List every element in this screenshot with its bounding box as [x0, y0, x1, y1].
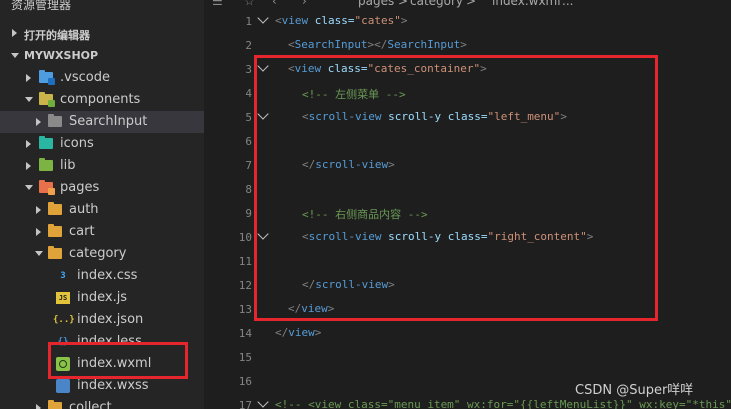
breadcrumb-separator: >: [466, 0, 477, 8]
tree-item-label: pages: [60, 180, 100, 195]
fold-chevron-icon[interactable]: [257, 12, 269, 24]
tree-item-label: index.wxss: [77, 378, 149, 393]
line-number: 10: [238, 231, 252, 244]
tree-item-label: collect: [69, 400, 112, 409]
chevron-down-icon: [35, 251, 43, 256]
line-number: 11: [238, 255, 252, 268]
code-line-2: <SearchInput></SearchInput>: [288, 38, 467, 51]
fold-chevron-icon[interactable]: [257, 396, 269, 408]
chevron-right-icon: [12, 29, 17, 37]
line-number: 13: [238, 303, 252, 316]
line-number: 17: [238, 399, 252, 409]
tree-item-label: lib: [60, 158, 76, 173]
tree-item-index-json[interactable]: {..} index.json: [0, 309, 204, 331]
tree-item-collect[interactable]: collect: [0, 397, 204, 409]
chevron-right-icon: [26, 162, 31, 170]
back-arrow-icon[interactable]: ‹: [272, 0, 277, 8]
tree-item-index-css[interactable]: 3 index.css: [0, 265, 204, 287]
breadcrumb-more[interactable]: ...: [562, 0, 573, 8]
code-line-1: <view class="cates">: [275, 14, 408, 27]
chevron-down-icon: [25, 185, 33, 190]
line-number: 1: [245, 15, 252, 28]
watermark: CSDN @Super咩咩: [575, 383, 694, 398]
tree-item-pages[interactable]: pages: [0, 177, 204, 199]
tree-item-label: auth: [69, 202, 99, 217]
forward-arrow-icon[interactable]: ›: [302, 0, 307, 8]
breadcrumb-pages[interactable]: pages: [358, 0, 394, 8]
line-number: 14: [238, 327, 252, 340]
chevron-right-icon: [26, 140, 31, 148]
explorer-title-bar: 资源管理器 ···: [0, 0, 204, 16]
tree-item-label: index.css: [77, 268, 138, 283]
tree-item-index-js[interactable]: JS index.js: [0, 287, 204, 309]
chevron-right-icon: [36, 118, 41, 126]
icons-folder-icon: [39, 136, 53, 149]
css-file-icon: 3: [60, 271, 66, 281]
chevron-right-icon: [36, 404, 41, 409]
tree-item-label: category: [69, 246, 127, 261]
breadcrumb-separator: >: [398, 0, 409, 8]
tree-item-label: index.js: [77, 290, 128, 305]
tree-item-lib[interactable]: lib: [0, 155, 204, 177]
json-file-icon: {..}: [53, 315, 75, 325]
folder-open-icon: [48, 246, 62, 259]
folder-icon: [48, 114, 62, 127]
wxss-file-icon: [56, 379, 70, 393]
tree-item-label: .vscode: [60, 70, 110, 85]
line-number: 7: [245, 159, 252, 172]
line-number: 5: [245, 111, 252, 124]
lib-folder-icon: [39, 158, 53, 171]
chevron-right-icon: [36, 228, 41, 236]
chevron-down-icon: [25, 97, 33, 102]
list-icon[interactable]: ☰: [212, 0, 223, 8]
tree-item-components[interactable]: components: [0, 89, 204, 111]
explorer-sidebar: 资源管理器 ··· 打开的编辑器 MYWXSHOP .vscode compon…: [0, 0, 204, 409]
code-line-14: </view>: [275, 326, 322, 339]
tree-item-label: icons: [60, 136, 94, 151]
project-section[interactable]: MYWXSHOP: [0, 46, 204, 66]
tree-item-icons[interactable]: icons: [0, 133, 204, 155]
line-number: 2: [245, 39, 252, 52]
line-number: 8: [245, 183, 252, 196]
line-number: 16: [238, 375, 252, 388]
line-number: 9: [245, 207, 252, 220]
open-editors-section[interactable]: 打开的编辑器: [0, 24, 204, 44]
project-label: MYWXSHOP: [24, 49, 99, 62]
more-actions-icon[interactable]: ···: [172, 0, 188, 8]
line-number: 6: [245, 135, 252, 148]
explorer-title: 资源管理器: [11, 0, 72, 12]
line-number: 15: [238, 351, 252, 364]
tree-item-category[interactable]: category: [0, 243, 204, 265]
tree-item-vscode[interactable]: .vscode: [0, 67, 204, 89]
breadcrumb-file[interactable]: index.wxml: [492, 0, 561, 8]
line-number: 4: [245, 87, 252, 100]
line-number: 3: [245, 63, 252, 76]
tree-item-searchinput[interactable]: SearchInput: [0, 111, 204, 133]
chevron-right-icon: [36, 206, 41, 214]
vscode-folder-icon: [39, 70, 55, 85]
open-editors-label: 打开的编辑器: [24, 29, 90, 42]
highlight-box-code: [254, 55, 658, 321]
tree-item-label: cart: [69, 224, 95, 239]
components-folder-icon: [39, 92, 55, 107]
bookmark-icon[interactable]: ☆: [244, 0, 255, 8]
breadcrumb-category[interactable]: category: [410, 0, 463, 8]
folder-icon: [48, 400, 62, 409]
folder-icon: [48, 224, 62, 237]
tree-item-cart[interactable]: cart: [0, 221, 204, 243]
folder-icon: [48, 202, 62, 215]
line-number: 12: [238, 279, 252, 292]
breadcrumb: ☰ ☆ ‹ › pages > category > index.wxml ..…: [204, 0, 731, 9]
tree-item-label: index.json: [77, 312, 144, 327]
tree-item-label: components: [60, 92, 141, 107]
highlight-box-wxml: [48, 342, 188, 379]
pages-folder-icon: [39, 180, 55, 195]
chevron-right-icon: [26, 74, 31, 82]
js-file-icon: JS: [56, 292, 70, 304]
code-editor[interactable]: ☰ ☆ ‹ › pages > category > index.wxml ..…: [204, 0, 731, 409]
chevron-down-icon: [11, 53, 19, 58]
tree-item-label: SearchInput: [69, 114, 148, 129]
code-line-18: <!-- <view class="menu_item" wx:for="{{l…: [275, 398, 731, 409]
tree-item-auth[interactable]: auth: [0, 199, 204, 221]
